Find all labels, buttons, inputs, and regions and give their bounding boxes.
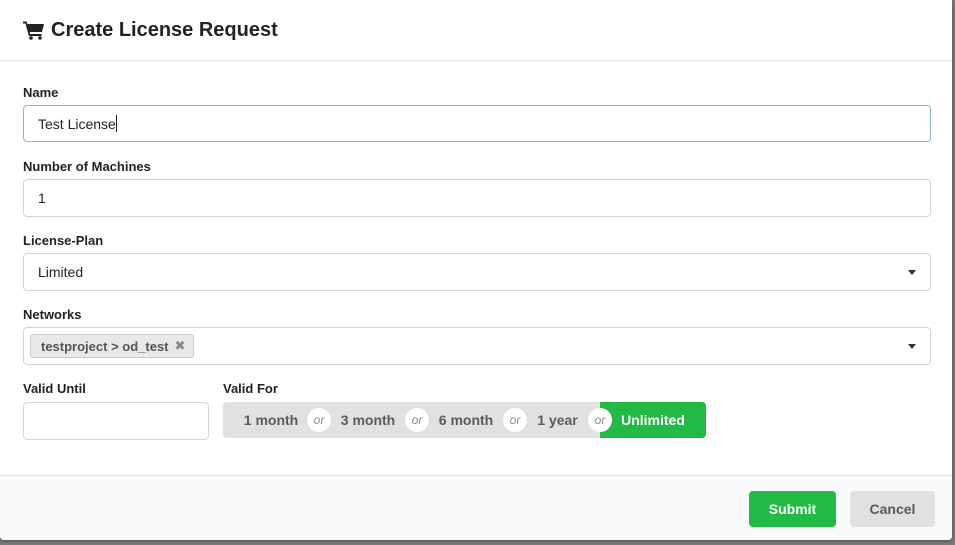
create-license-dialog: Create License Request Name Test License… (0, 0, 952, 540)
dropdown-caret-icon (908, 344, 916, 349)
shopping-cart-icon (23, 19, 45, 41)
machines-label: Number of Machines (23, 159, 151, 174)
name-input-value: Test License (38, 115, 116, 132)
dropdown-caret-icon (908, 270, 916, 275)
license-plan-value: Limited (38, 264, 84, 280)
dialog-footer: Submit Cancel (0, 475, 952, 540)
dialog-title: Create License Request (51, 18, 278, 41)
plan-label: License-Plan (23, 233, 104, 248)
option-unlimited-button[interactable]: Unlimited (600, 402, 706, 438)
machines-input-value: 1 (38, 190, 46, 206)
network-chip: testproject > od_test ✖ (30, 334, 195, 358)
networks-multiselect[interactable]: testproject > od_test ✖ (23, 327, 931, 365)
option-1-month-button[interactable]: 1 month (223, 402, 319, 438)
networks-label: Networks (23, 307, 82, 322)
valid-for-button-group: 1 month or 3 month or 6 month or 1 year … (223, 402, 706, 438)
name-label: Name (23, 85, 59, 100)
option-3-month-button[interactable]: 3 month (319, 402, 417, 438)
name-input[interactable]: Test License (23, 105, 931, 142)
valid-until-input[interactable] (23, 402, 209, 440)
valid-for-label: Valid For (223, 381, 278, 396)
submit-button[interactable]: Submit (749, 491, 836, 527)
text-caret (115, 115, 117, 132)
network-chip-label: testproject > od_test (41, 338, 169, 354)
machines-input[interactable]: 1 (23, 179, 931, 217)
option-6-month-button[interactable]: 6 month (417, 402, 515, 438)
cancel-button[interactable]: Cancel (850, 491, 935, 527)
remove-chip-icon[interactable]: ✖ (175, 338, 186, 354)
valid-until-label: Valid Until (23, 381, 86, 396)
license-plan-select[interactable]: Limited (23, 253, 931, 291)
dialog-header: Create License Request (0, 0, 952, 61)
